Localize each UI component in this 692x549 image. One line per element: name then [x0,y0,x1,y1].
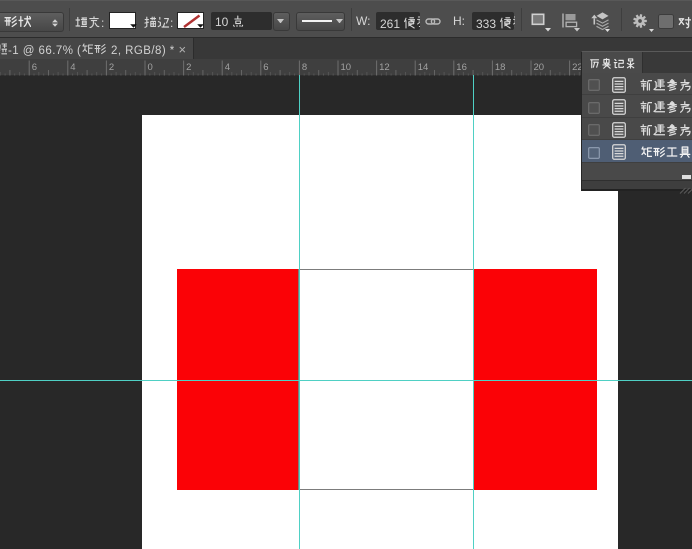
svg-text:8: 8 [302,62,307,73]
svg-text:10: 10 [341,62,352,73]
svg-text:12: 12 [379,62,390,73]
svg-text:18: 18 [495,62,506,73]
svg-text:20: 20 [534,62,545,73]
svg-text:16: 16 [456,62,467,73]
svg-text:14: 14 [418,62,429,73]
svg-text:4: 4 [225,62,230,73]
svg-text:2: 2 [109,62,114,73]
svg-text:0: 0 [148,62,153,73]
svg-text:2: 2 [186,62,191,73]
svg-text:6: 6 [32,62,37,73]
svg-text:4: 4 [70,62,75,73]
svg-text:6: 6 [263,62,268,73]
